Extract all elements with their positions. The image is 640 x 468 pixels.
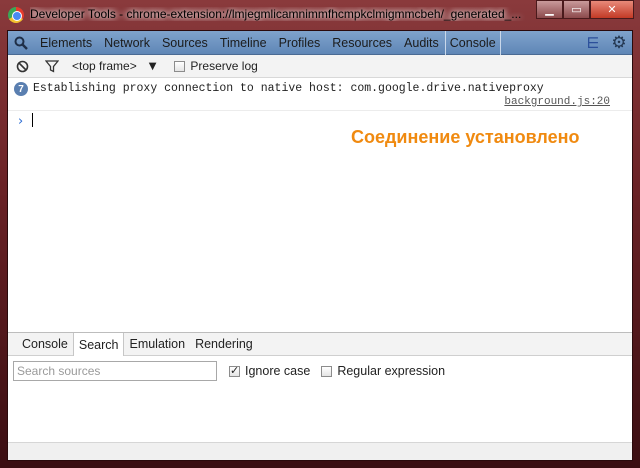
window-frame: Developer Tools - chrome-extension://lmj…: [0, 0, 640, 468]
clear-console-button[interactable]: [8, 60, 36, 73]
maximize-icon: ▭: [571, 3, 582, 16]
preserve-log-toggle[interactable]: Preserve log: [174, 59, 258, 73]
search-row: Ignore case Regular expression: [13, 361, 445, 381]
search-sources-input[interactable]: [13, 361, 217, 381]
tab-profiles[interactable]: Profiles: [273, 31, 327, 55]
close-icon: ✕: [607, 3, 617, 16]
message-source-link[interactable]: background.js:20: [504, 96, 610, 108]
tab-timeline[interactable]: Timeline: [214, 31, 273, 55]
tab-network[interactable]: Network: [98, 31, 156, 55]
window-controls: ▁ ▭ ✕: [536, 0, 634, 20]
drawer-tab-search[interactable]: Search: [72, 333, 125, 356]
drawer-tab-console[interactable]: Console: [17, 333, 73, 355]
toolbar-right: ⋿ ⚙: [580, 31, 632, 55]
message-text: Establishing proxy connection to native …: [33, 82, 544, 95]
ignore-case-toggle[interactable]: Ignore case: [229, 364, 310, 378]
console-prompt-icon: ›: [18, 114, 24, 129]
regex-label: Regular expression: [337, 364, 446, 378]
drawer-tab-emulation[interactable]: Emulation: [124, 333, 190, 355]
ignore-case-label: Ignore case: [245, 364, 311, 378]
regex-toggle[interactable]: Regular expression: [321, 364, 445, 378]
search-button[interactable]: [8, 31, 34, 55]
devtools-toolbar: Elements Network Sources Timeline Profil…: [8, 30, 632, 55]
regex-checkbox[interactable]: [321, 365, 333, 377]
clear-icon: [16, 60, 28, 72]
gear-icon[interactable]: ⚙: [606, 31, 632, 55]
tab-sources[interactable]: Sources: [156, 31, 214, 55]
minimize-button[interactable]: ▁: [536, 0, 563, 19]
title-bar[interactable]: Developer Tools - chrome-extension://lmj…: [0, 0, 640, 30]
frame-select[interactable]: <top frame> ▼: [72, 59, 156, 73]
tab-audits[interactable]: Audits: [398, 31, 445, 55]
drawer: Console Search Emulation Rendering Ignor…: [8, 332, 632, 460]
filter-button[interactable]: [36, 59, 68, 73]
drawer-status-bar: [8, 442, 632, 460]
chrome-icon: [8, 7, 24, 23]
preserve-log-label: Preserve log: [190, 59, 258, 73]
drawer-tab-rendering[interactable]: Rendering: [190, 333, 258, 355]
devtools-client: Elements Network Sources Timeline Profil…: [7, 30, 633, 461]
ignore-case-checkbox[interactable]: [229, 364, 240, 377]
console-message: 7 Establishing proxy connection to nativ…: [8, 78, 632, 111]
window-title: Developer Tools - chrome-extension://lmj…: [30, 7, 522, 21]
maximize-button[interactable]: ▭: [563, 0, 590, 19]
repeat-count-badge: 7: [14, 82, 28, 96]
console-input[interactable]: [32, 113, 33, 127]
minimize-icon: ▁: [545, 3, 554, 16]
filter-icon: [45, 59, 59, 73]
connection-annotation: Соединение установлено: [351, 127, 580, 147]
console-toolbar: <top frame> ▼ Preserve log: [8, 55, 632, 78]
tab-resources[interactable]: Resources: [326, 31, 398, 55]
tab-console[interactable]: Console: [444, 30, 501, 55]
show-drawer-icon[interactable]: ⋿: [580, 31, 606, 55]
close-button[interactable]: ✕: [590, 0, 634, 19]
preserve-log-checkbox[interactable]: [174, 60, 186, 72]
search-icon: [14, 36, 28, 50]
frame-select-value: <top frame>: [72, 59, 137, 73]
chevron-down-icon: ▼: [148, 60, 157, 72]
drawer-tabs: Console Search Emulation Rendering: [8, 333, 632, 356]
tab-elements[interactable]: Elements: [34, 31, 98, 55]
